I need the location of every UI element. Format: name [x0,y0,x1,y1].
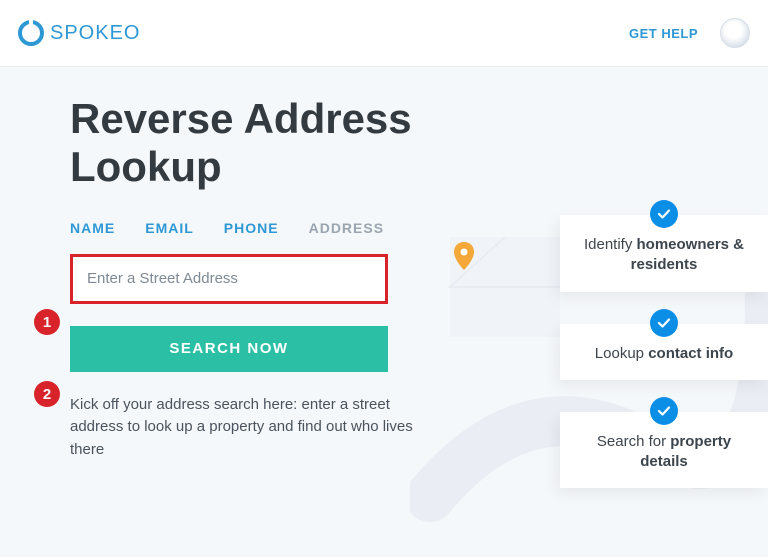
tab-phone[interactable]: PHONE [224,220,279,236]
avatar[interactable] [720,18,750,48]
brand-name: SPOKEO [50,22,140,45]
benefit-prefix: Identify [584,236,637,253]
check-icon [650,397,678,425]
brand-logo[interactable]: SPOKEO [18,20,140,46]
page-description: Kick off your address search here: enter… [70,394,430,462]
address-input[interactable] [70,254,388,304]
benefit-card-homeowners: Identify homeowners & residents [560,215,768,292]
benefit-bold: homeowners & residents [631,236,744,273]
logo-icon [18,20,44,46]
annotation-2: 2 [34,381,60,407]
map-pin-icon [454,242,474,270]
header: SPOKEO GET HELP [0,0,768,67]
address-input-wrap [70,254,388,304]
benefit-card-property: Search for property details [560,412,768,489]
check-icon [650,309,678,337]
tab-email[interactable]: EMAIL [145,220,194,236]
page-title: Reverse Address Lookup [70,95,430,192]
main: Reverse Address Lookup NAME EMAIL PHONE … [0,67,768,520]
get-help-link[interactable]: GET HELP [629,26,698,41]
annotation-1: 1 [34,309,60,335]
header-right: GET HELP [629,18,750,48]
benefit-prefix: Search for [597,433,670,450]
benefit-cards: Identify homeowners & residents Lookup c… [560,215,768,488]
tab-address[interactable]: ADDRESS [309,220,384,236]
tab-name[interactable]: NAME [70,220,115,236]
benefit-bold: contact info [648,345,733,362]
check-icon [650,200,678,228]
benefit-prefix: Lookup [595,345,648,362]
search-button[interactable]: SEARCH NOW [70,326,388,372]
benefit-card-contact: Lookup contact info [560,324,768,380]
